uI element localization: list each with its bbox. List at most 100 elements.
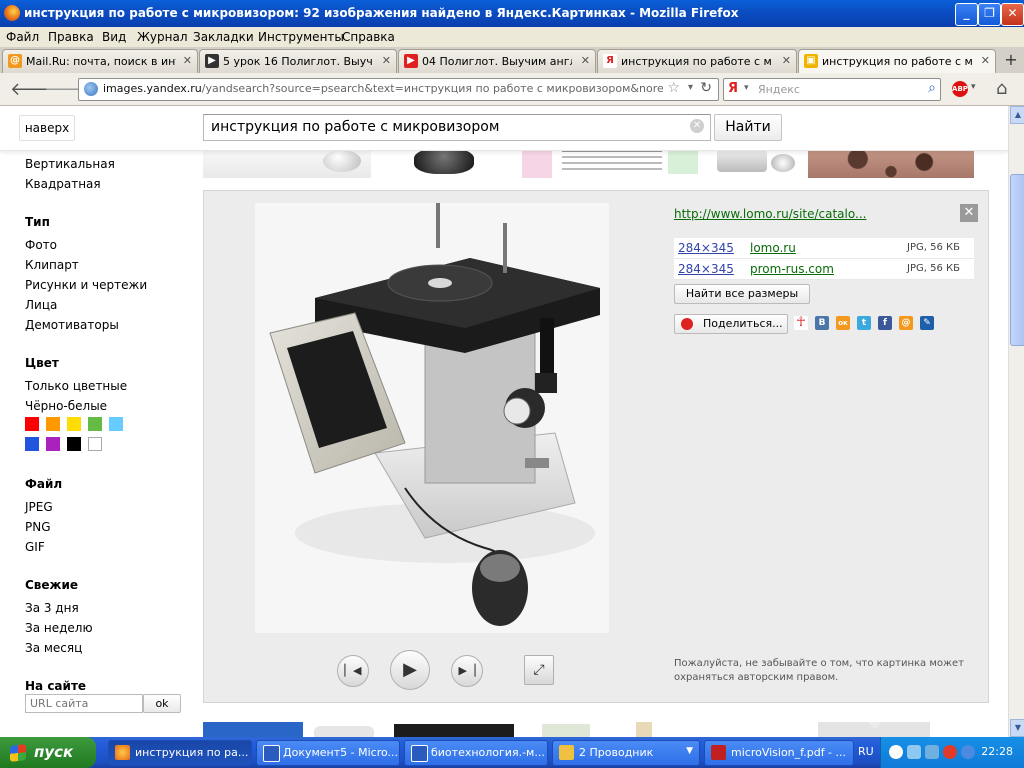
vk-icon[interactable]: В bbox=[815, 316, 829, 330]
odnoklassniki-icon[interactable]: ок bbox=[836, 316, 850, 330]
thumbnail-image[interactable] bbox=[542, 724, 590, 737]
filter-photo[interactable]: Фото bbox=[25, 238, 57, 252]
menu-bookmarks[interactable]: Закладки bbox=[193, 30, 254, 44]
filter-color-only[interactable]: Только цветные bbox=[25, 379, 127, 393]
mailru-share-icon[interactable]: @ bbox=[899, 316, 913, 330]
task-word-doc5[interactable]: Документ5 - Micro... bbox=[256, 740, 400, 766]
color-swatch-yellow[interactable] bbox=[67, 417, 81, 431]
thumbnail-image[interactable] bbox=[636, 722, 652, 737]
search-icon[interactable]: ⌕ bbox=[928, 80, 936, 96]
livejournal-icon[interactable]: ✎ bbox=[920, 316, 934, 330]
filter-demotivators[interactable]: Демотиваторы bbox=[25, 318, 119, 332]
filter-vertical[interactable]: Вертикальная bbox=[25, 157, 115, 171]
url-text[interactable]: images.yandex.ru/yandsearch?source=psear… bbox=[103, 82, 663, 95]
filter-month[interactable]: За месяц bbox=[25, 641, 82, 655]
thumbnail-image[interactable] bbox=[394, 724, 514, 737]
fullscreen-icon[interactable]: ⤢ bbox=[524, 655, 554, 685]
clear-search-icon[interactable]: ✕ bbox=[690, 119, 704, 133]
thumbnail-image-selected[interactable] bbox=[818, 722, 930, 737]
tray-arrow-icon[interactable] bbox=[889, 745, 903, 759]
source-link[interactable]: http://www.lomo.ru/site/catalo... bbox=[674, 207, 866, 221]
site-url-input[interactable] bbox=[25, 694, 143, 713]
adblock-dropdown-icon[interactable]: ▾ bbox=[971, 82, 976, 92]
engine-dropdown-icon[interactable]: ▾ bbox=[744, 83, 749, 93]
maximize-button[interactable]: ❐ bbox=[978, 3, 1001, 26]
reload-icon[interactable]: ↻ bbox=[700, 80, 712, 96]
facebook-icon[interactable]: f bbox=[878, 316, 892, 330]
new-tab-button[interactable]: + bbox=[1000, 49, 1022, 72]
filter-gif[interactable]: GIF bbox=[25, 540, 45, 554]
display-icon[interactable] bbox=[925, 745, 939, 759]
task-pdf[interactable]: microVision_f.pdf - ... bbox=[704, 740, 854, 766]
home-icon[interactable]: ⌂ bbox=[996, 78, 1007, 99]
menu-help[interactable]: Справка bbox=[342, 30, 395, 44]
start-button[interactable]: пуск bbox=[0, 737, 96, 768]
filter-black-white[interactable]: Чёрно-белые bbox=[25, 399, 107, 413]
url-dropdown-icon[interactable]: ▾ bbox=[688, 82, 693, 93]
close-tab-icon[interactable]: ✕ bbox=[981, 54, 990, 67]
back-to-top-button[interactable]: наверх bbox=[19, 115, 75, 141]
task-word-biotech[interactable]: биотехнология.-м... bbox=[404, 740, 548, 766]
close-preview-icon[interactable]: ✕ bbox=[960, 204, 978, 222]
size-domain-link[interactable]: lomo.ru bbox=[750, 241, 796, 255]
color-swatch-orange[interactable] bbox=[46, 417, 60, 431]
filter-week[interactable]: За неделю bbox=[25, 621, 93, 635]
language-indicator[interactable]: RU bbox=[858, 745, 874, 758]
tab-mailru[interactable]: @ Mail.Ru: почта, поиск в инте... ✕ bbox=[2, 49, 198, 73]
task-firefox[interactable]: инструкция по ра... bbox=[108, 740, 252, 766]
previous-image-button[interactable]: ▏◀ bbox=[337, 655, 369, 687]
thumbnail-image[interactable] bbox=[314, 726, 374, 737]
color-swatch-red[interactable] bbox=[25, 417, 39, 431]
menu-file[interactable]: Файл bbox=[6, 30, 39, 44]
color-swatch-cyan[interactable] bbox=[109, 417, 123, 431]
adblock-plus-icon[interactable]: ABP bbox=[952, 81, 968, 97]
address-bar[interactable]: images.yandex.ru/yandsearch?source=psear… bbox=[78, 78, 719, 101]
tab-video-5[interactable]: ▶ 5 урок 16 Полиглот. Выучим ... ✕ bbox=[199, 49, 397, 73]
minimize-button[interactable]: _ bbox=[955, 3, 978, 26]
window-title-bar[interactable]: инструкция по работе с микровизором: 92 … bbox=[0, 0, 1024, 27]
filter-faces[interactable]: Лица bbox=[25, 298, 57, 312]
opera-tray-icon[interactable] bbox=[943, 745, 957, 759]
site-identity-icon[interactable] bbox=[84, 82, 98, 96]
preview-image[interactable] bbox=[255, 203, 609, 633]
color-swatch-blue[interactable] bbox=[25, 437, 39, 451]
menu-history[interactable]: Журнал bbox=[137, 30, 188, 44]
color-swatch-white[interactable] bbox=[88, 437, 102, 451]
close-tab-icon[interactable]: ✕ bbox=[183, 54, 192, 67]
close-tab-icon[interactable]: ✕ bbox=[581, 54, 590, 67]
menu-view[interactable]: Вид bbox=[102, 30, 126, 44]
filter-jpeg[interactable]: JPEG bbox=[25, 500, 53, 514]
menu-tools[interactable]: Инструменты bbox=[258, 30, 344, 44]
find-all-sizes-button[interactable]: Найти все размеры bbox=[674, 284, 810, 304]
close-window-button[interactable]: ✕ bbox=[1001, 3, 1024, 26]
color-swatch-black[interactable] bbox=[67, 437, 81, 451]
size-dimensions-link[interactable]: 284×345 bbox=[678, 241, 734, 255]
scrollbar-thumb[interactable] bbox=[1010, 174, 1024, 346]
scroll-down-arrow-icon[interactable]: ▼ bbox=[1010, 719, 1024, 737]
menu-edit[interactable]: Правка bbox=[48, 30, 94, 44]
task-explorer[interactable]: 2 Проводник ▼ bbox=[552, 740, 700, 766]
search-input[interactable]: инструкция по работе с микровизором ✕ bbox=[203, 114, 711, 141]
scroll-up-arrow-icon[interactable]: ▲ bbox=[1010, 106, 1024, 124]
thumbnail-image[interactable] bbox=[203, 722, 303, 737]
color-swatch-green[interactable] bbox=[88, 417, 102, 431]
color-swatch-violet[interactable] bbox=[46, 437, 60, 451]
next-image-button[interactable]: ▶▕ bbox=[451, 655, 483, 687]
social-person-icon[interactable]: ☥ bbox=[794, 316, 808, 330]
size-domain-link[interactable]: prom-rus.com bbox=[750, 262, 834, 276]
filter-png[interactable]: PNG bbox=[25, 520, 51, 534]
page-scrollbar[interactable]: ▲ ▼ bbox=[1008, 106, 1024, 737]
tab-yandex-images-active[interactable]: ▣ инструкция по работе с мик... ✕ bbox=[798, 49, 996, 74]
share-button[interactable]: Поделиться... bbox=[674, 314, 788, 334]
filter-clipart[interactable]: Клипарт bbox=[25, 258, 79, 272]
group-dropdown-icon[interactable]: ▼ bbox=[686, 746, 693, 756]
network-icon[interactable] bbox=[907, 745, 921, 759]
close-tab-icon[interactable]: ✕ bbox=[382, 54, 391, 67]
site-ok-button[interactable]: ok bbox=[143, 694, 181, 713]
tab-youtube-04[interactable]: ▶ 04 Полиглот. Выучим англий... ✕ bbox=[398, 49, 596, 73]
tab-yandex-search[interactable]: Я инструкция по работе с мик... ✕ bbox=[597, 49, 797, 73]
search-button[interactable]: Найти bbox=[714, 114, 782, 141]
close-tab-icon[interactable]: ✕ bbox=[782, 54, 791, 67]
slideshow-play-button[interactable]: ▶ bbox=[390, 650, 430, 690]
filter-drawings[interactable]: Рисунки и чертежи bbox=[25, 278, 147, 292]
